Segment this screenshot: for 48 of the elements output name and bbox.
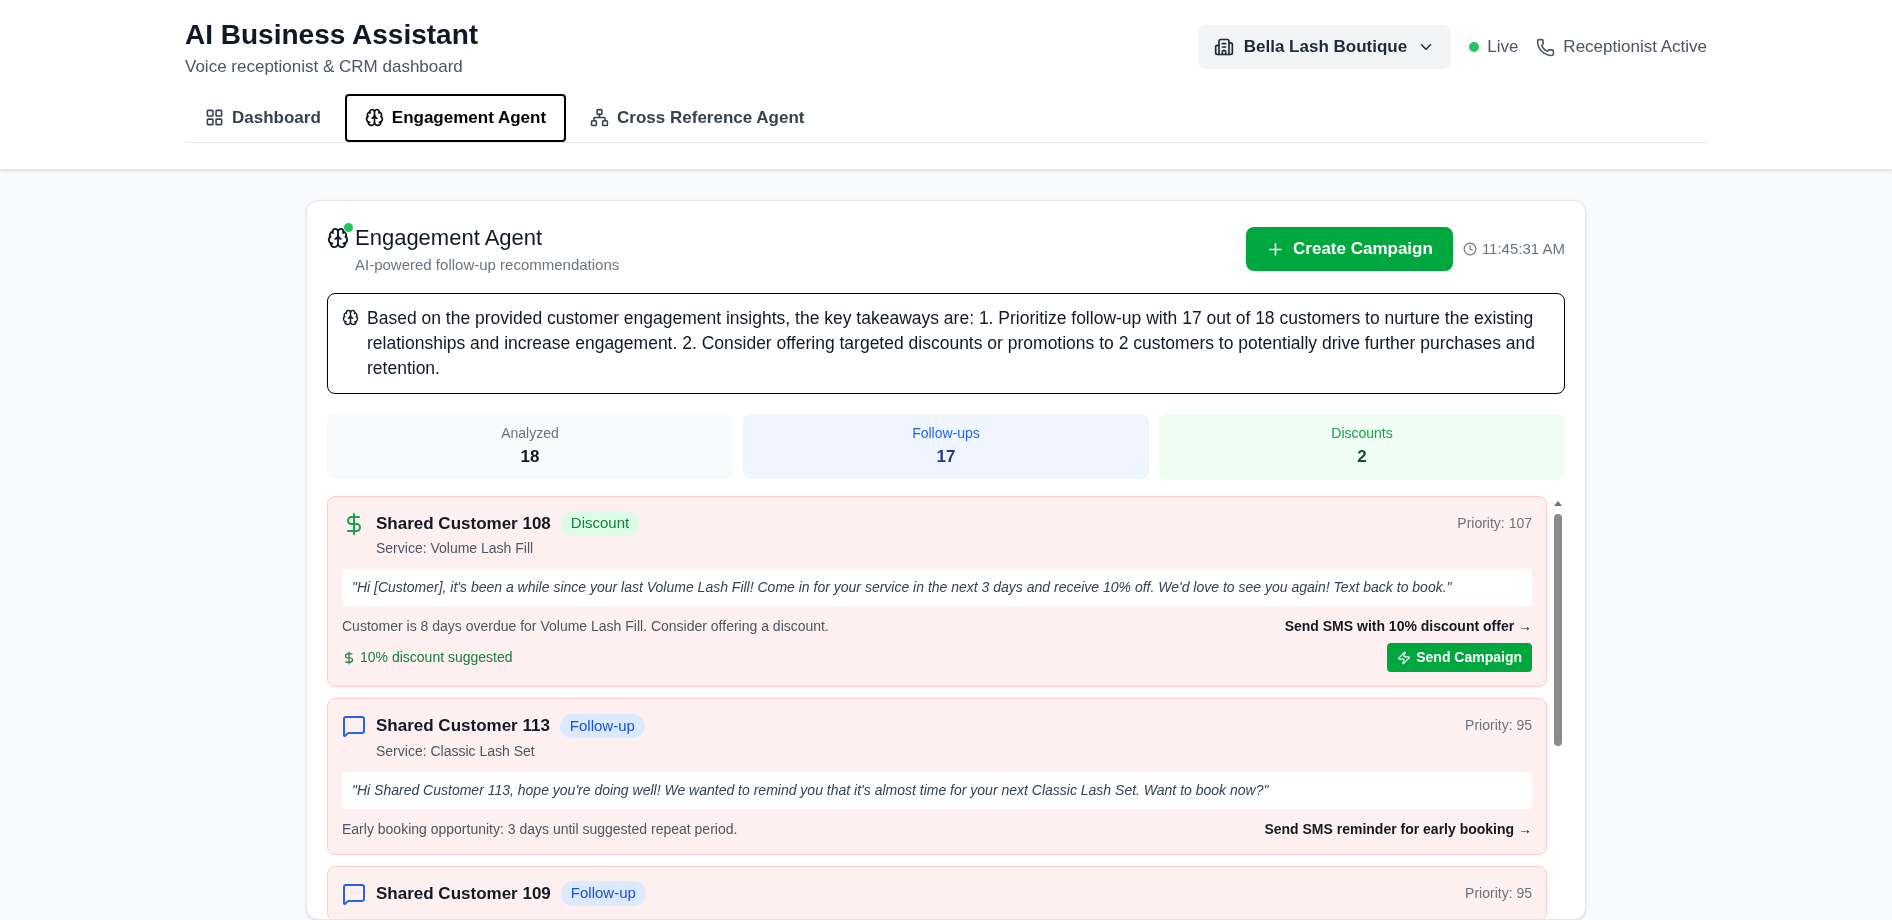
service-text: Service: Classic Lash Set: [376, 741, 536, 761]
recommended-action: Send SMS reminder for early booking →: [1264, 819, 1532, 839]
building-icon: [1213, 37, 1234, 57]
receptionist-status: Receptionist Active: [1563, 36, 1707, 59]
nav-tab[interactable]: Cross Reference Agent: [570, 93, 825, 142]
stat-value: 2: [1357, 445, 1367, 468]
service-text: Service: Volume Lash Fill: [376, 539, 535, 558]
nav-tab[interactable]: Dashboard: [185, 93, 341, 142]
network-icon: [590, 108, 610, 127]
insight-text: Based on the provided customer engagement insights, the key takeaways are: 1. Prioritize follow-up with 17 out of 18 customers to nurture the existing relationships and increase engagement. 2. Consider offering targeted discounts or promotions to 2 customers to potentially drive further purchases and retention.: [367, 306, 1536, 380]
chat-bubble-icon: [342, 881, 366, 906]
phone-icon: [1536, 37, 1556, 57]
customer-name: Shared Customer 113: [376, 715, 550, 737]
stat-value: 17: [936, 445, 956, 468]
discount-text: 10% discount suggested: [360, 648, 513, 667]
stat-label: Follow-ups: [912, 423, 980, 443]
app-title: AI Business Assistant: [185, 18, 479, 52]
stat-label: Analyzed: [501, 423, 559, 443]
stat-label: Discounts: [1331, 423, 1393, 443]
reason-text: Customer is 8 days overdue for Volume Lash Fill. Consider offering a discount.: [342, 617, 829, 636]
message-preview: "Hi [Customer], it's been a while since your last Volume Lash Fill! Come in for your service in the next 3 days and receive 10% off. We'd love to see you again! Text back to book.": [342, 569, 1532, 606]
reason-text: Early booking opportunity: 3 days until suggested repeat period.: [342, 819, 738, 839]
priority-text: Priority: 95: [1465, 883, 1532, 903]
type-badge: Follow-up: [559, 713, 645, 738]
brain-icon: [342, 308, 359, 326]
chat-bubble-icon: [342, 714, 366, 738]
agent-subtitle: AI-powered follow-up recommendations: [355, 255, 620, 275]
timestamp: 11:45:31 AM: [1481, 238, 1565, 259]
customer-name: Shared Customer 108: [376, 512, 551, 535]
type-badge: Discount: [560, 511, 640, 536]
nav-tab[interactable]: Engagement Agent: [344, 93, 567, 142]
recommended-action: Send SMS with 10% discount offer →: [1284, 617, 1532, 636]
agent-title: Engagement Agent: [355, 224, 544, 252]
stat-value: 18: [520, 445, 540, 468]
priority-text: Priority: 107: [1457, 513, 1532, 533]
grid-icon: [205, 108, 224, 127]
business-selector[interactable]: Bella Lash Boutique: [1197, 25, 1452, 69]
app-subtitle: Voice receptionist & CRM dashboard: [185, 56, 464, 78]
brain-icon: [364, 108, 384, 127]
clock-icon: [1462, 242, 1477, 256]
priority-text: Priority: 95: [1465, 716, 1532, 735]
customer-name: Shared Customer 109: [376, 882, 551, 905]
lightning-icon: [1397, 650, 1412, 665]
type-badge: Follow-up: [560, 881, 646, 906]
brain-icon: [327, 227, 349, 249]
message-preview: "Hi Shared Customer 113, hope you're doing well! We wanted to remind you that it's almost time for your next Classic Lash Set. Want to book now?": [342, 771, 1532, 809]
live-status: Live: [1487, 36, 1519, 59]
dollar-icon: [342, 650, 356, 665]
